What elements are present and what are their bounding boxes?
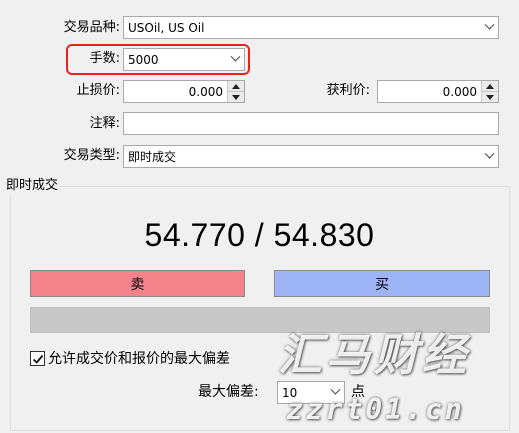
order-type-label: 交易类型: (63, 148, 120, 163)
take-profit-spinner[interactable]: 0.000 (377, 80, 499, 103)
order-type-select[interactable]: 即时成交 (123, 145, 499, 168)
take-profit-down-arrow-icon[interactable] (482, 91, 498, 102)
buy-button[interactable]: 买 (274, 270, 490, 297)
comment-label: 注释: (89, 116, 120, 131)
ask-price: 54.830 (273, 217, 375, 253)
order-type-value: 即时成交 (128, 150, 177, 164)
bid-price: 54.770 (144, 217, 246, 253)
stop-loss-value[interactable]: 0.000 (124, 85, 227, 99)
volume-value: 5000 (128, 52, 159, 67)
stop-loss-down-arrow-icon[interactable] (228, 91, 244, 102)
deviation-checkbox[interactable] (30, 351, 45, 366)
stop-loss-up-arrow-icon[interactable] (228, 81, 244, 91)
symbol-label: 交易品种: (63, 20, 120, 35)
stop-loss-spinner[interactable]: 0.000 (123, 80, 245, 103)
symbol-select[interactable]: USOil, US Oil (123, 16, 499, 39)
take-profit-value[interactable]: 0.000 (378, 85, 481, 99)
comment-input[interactable] (123, 112, 499, 135)
checkmark-icon (32, 354, 43, 364)
chevron-down-icon[interactable] (480, 17, 498, 38)
quote-display: 54.770 / 54.830 (0, 214, 519, 256)
deviation-checkbox-label[interactable]: 允许成交价和报价的最大偏差 (48, 349, 230, 369)
watermark-url: zzrt01.cn (286, 393, 465, 426)
price-separator: / (254, 217, 265, 253)
take-profit-up-arrow-icon[interactable] (482, 81, 498, 91)
sell-button[interactable]: 卖 (30, 270, 245, 297)
watermark-brand: 汇马财经 (278, 330, 470, 381)
chevron-down-icon[interactable] (480, 146, 498, 167)
execution-group-title: 即时成交 (4, 176, 61, 196)
take-profit-label: 获利价: (326, 83, 370, 98)
symbol-value: USOil, US Oil (128, 20, 205, 35)
volume-select[interactable]: 5000 (123, 48, 245, 71)
max-deviation-label: 最大偏差: (198, 384, 259, 400)
chevron-down-icon[interactable] (226, 49, 244, 70)
volume-label: 手数: (89, 51, 120, 66)
stop-loss-label: 止损价: (76, 83, 120, 98)
